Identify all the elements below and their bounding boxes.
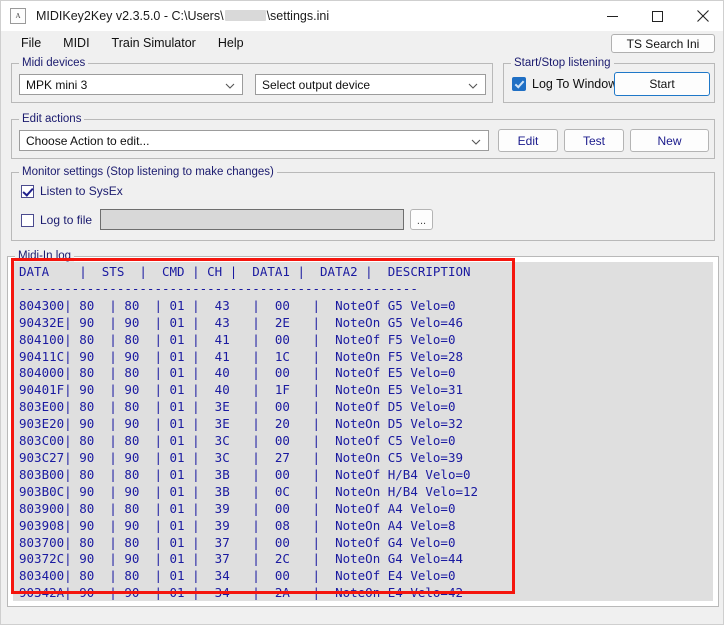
- listen-to-sysex-label: Listen to SysEx: [40, 184, 123, 198]
- redacted-username: [224, 10, 266, 21]
- midi-devices-legend: Midi devices: [19, 57, 89, 69]
- maximize-icon[interactable]: [635, 1, 680, 31]
- window-title-prefix: MIDIKey2Key v2.3.5.0 - C:\Users\: [36, 9, 224, 23]
- checkbox-box: [21, 184, 34, 198]
- checkbox-box: [512, 77, 526, 91]
- monitor-settings-legend: Monitor settings (Stop listening to make…: [19, 166, 277, 178]
- application-window: A MIDIKey2Key v2.3.5.0 - C:\Users\ \sett…: [0, 0, 724, 625]
- midi-in-log-text: DATA | STS | CMD | CH | DATA1 | DATA2 | …: [19, 264, 479, 601]
- log-file-path-input[interactable]: [100, 209, 404, 230]
- window-title: MIDIKey2Key v2.3.5.0 - C:\Users\ \settin…: [36, 9, 329, 23]
- title-bar: A MIDIKey2Key v2.3.5.0 - C:\Users\ \sett…: [1, 1, 723, 31]
- checkbox-box: [21, 213, 34, 227]
- action-select-value: Choose Action to edit...: [26, 133, 150, 148]
- midi-devices-group: Midi devices MPK mini 3 Select output de…: [11, 57, 493, 103]
- chevron-down-icon: [471, 136, 481, 146]
- window-controls: [590, 1, 723, 31]
- menu-item-train-simulator[interactable]: Train Simulator: [103, 33, 205, 53]
- midi-output-device-select[interactable]: Select output device: [255, 74, 486, 95]
- menu-item-midi[interactable]: MIDI: [54, 33, 98, 53]
- monitor-settings-group: Monitor settings (Stop listening to make…: [11, 166, 718, 406]
- menu-item-help[interactable]: Help: [209, 33, 253, 53]
- midi-in-log-panel[interactable]: DATA | STS | CMD | CH | DATA1 | DATA2 | …: [13, 262, 713, 601]
- start-stop-listening-group: Start/Stop listening Log To Window Start: [503, 57, 715, 103]
- browse-button[interactable]: ...: [410, 209, 433, 230]
- midi-input-device-value: MPK mini 3: [26, 77, 88, 92]
- listen-to-sysex-checkbox[interactable]: Listen to SysEx: [21, 184, 123, 198]
- chevron-down-icon: [468, 80, 478, 90]
- edit-actions-group: Edit actions Choose Action to edit... Ed…: [11, 113, 715, 159]
- log-to-window-label: Log To Window: [532, 77, 618, 91]
- menu-item-file[interactable]: File: [12, 33, 50, 53]
- midi-in-log-group: Midi-In log DATA | STS | CMD | CH | DATA…: [7, 250, 719, 607]
- new-button[interactable]: New: [630, 129, 709, 152]
- edit-actions-legend: Edit actions: [19, 113, 85, 125]
- window-title-suffix: \settings.ini: [266, 9, 330, 23]
- midi-in-log-legend: Midi-In log: [15, 250, 75, 262]
- action-select[interactable]: Choose Action to edit...: [19, 130, 489, 151]
- log-to-file-label: Log to file: [40, 213, 93, 227]
- minimize-icon[interactable]: [590, 1, 635, 31]
- midi-output-device-value: Select output device: [262, 77, 371, 92]
- midi-input-device-select[interactable]: MPK mini 3: [19, 74, 243, 95]
- close-icon[interactable]: [680, 1, 723, 31]
- test-button[interactable]: Test: [564, 129, 624, 152]
- start-stop-legend: Start/Stop listening: [511, 57, 614, 69]
- edit-button[interactable]: Edit: [498, 129, 558, 152]
- ts-search-ini-button[interactable]: TS Search Ini: [611, 34, 715, 53]
- menu-bar: File MIDI Train Simulator Help TS Search…: [1, 31, 723, 55]
- log-to-window-checkbox[interactable]: Log To Window: [512, 77, 617, 91]
- start-button[interactable]: Start: [614, 72, 710, 96]
- app-icon: A: [10, 8, 26, 24]
- log-to-file-checkbox[interactable]: Log to file: [21, 213, 92, 227]
- chevron-down-icon: [225, 80, 235, 90]
